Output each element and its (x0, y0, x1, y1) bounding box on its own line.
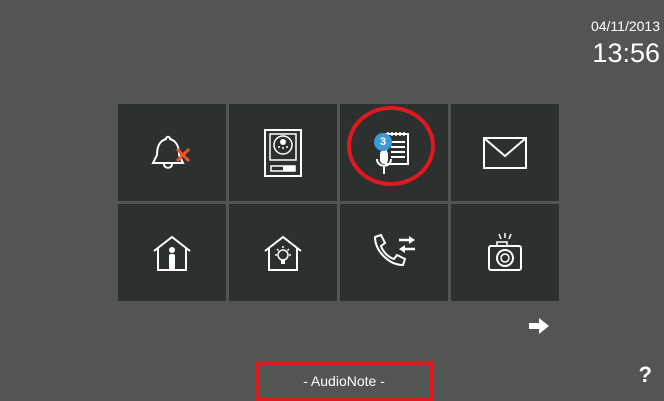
tile-home-presence[interactable] (118, 204, 226, 301)
date-display: 04/11/2013 (590, 18, 660, 34)
camera-icon (488, 232, 522, 271)
time-display: 13:56 (592, 38, 660, 68)
current-function-label: - AudioNote - (255, 361, 433, 401)
audio-note-count-badge: 3 (374, 133, 392, 151)
tile-do-not-disturb[interactable] (118, 104, 226, 201)
help-button[interactable]: ? (639, 362, 652, 388)
tile-call-transfer[interactable] (340, 204, 448, 301)
house-person-icon (153, 235, 191, 271)
tile-home-lights[interactable] (229, 204, 337, 301)
main-menu-grid (118, 104, 559, 301)
arrow-right-icon[interactable] (527, 316, 551, 336)
tile-audio-note[interactable] (340, 104, 448, 201)
tile-photos[interactable] (451, 204, 559, 301)
phone-transfer-icon (373, 233, 415, 266)
door-panel-icon (264, 128, 302, 177)
tile-messages[interactable] (451, 104, 559, 201)
bell-muted-icon (151, 135, 191, 169)
intercom-screen: 04/11/2013 13:56 3 - AudioNote - ? (0, 0, 664, 401)
envelope-icon (483, 136, 527, 169)
tile-door-panel[interactable] (229, 104, 337, 201)
house-bulb-icon (264, 235, 302, 271)
